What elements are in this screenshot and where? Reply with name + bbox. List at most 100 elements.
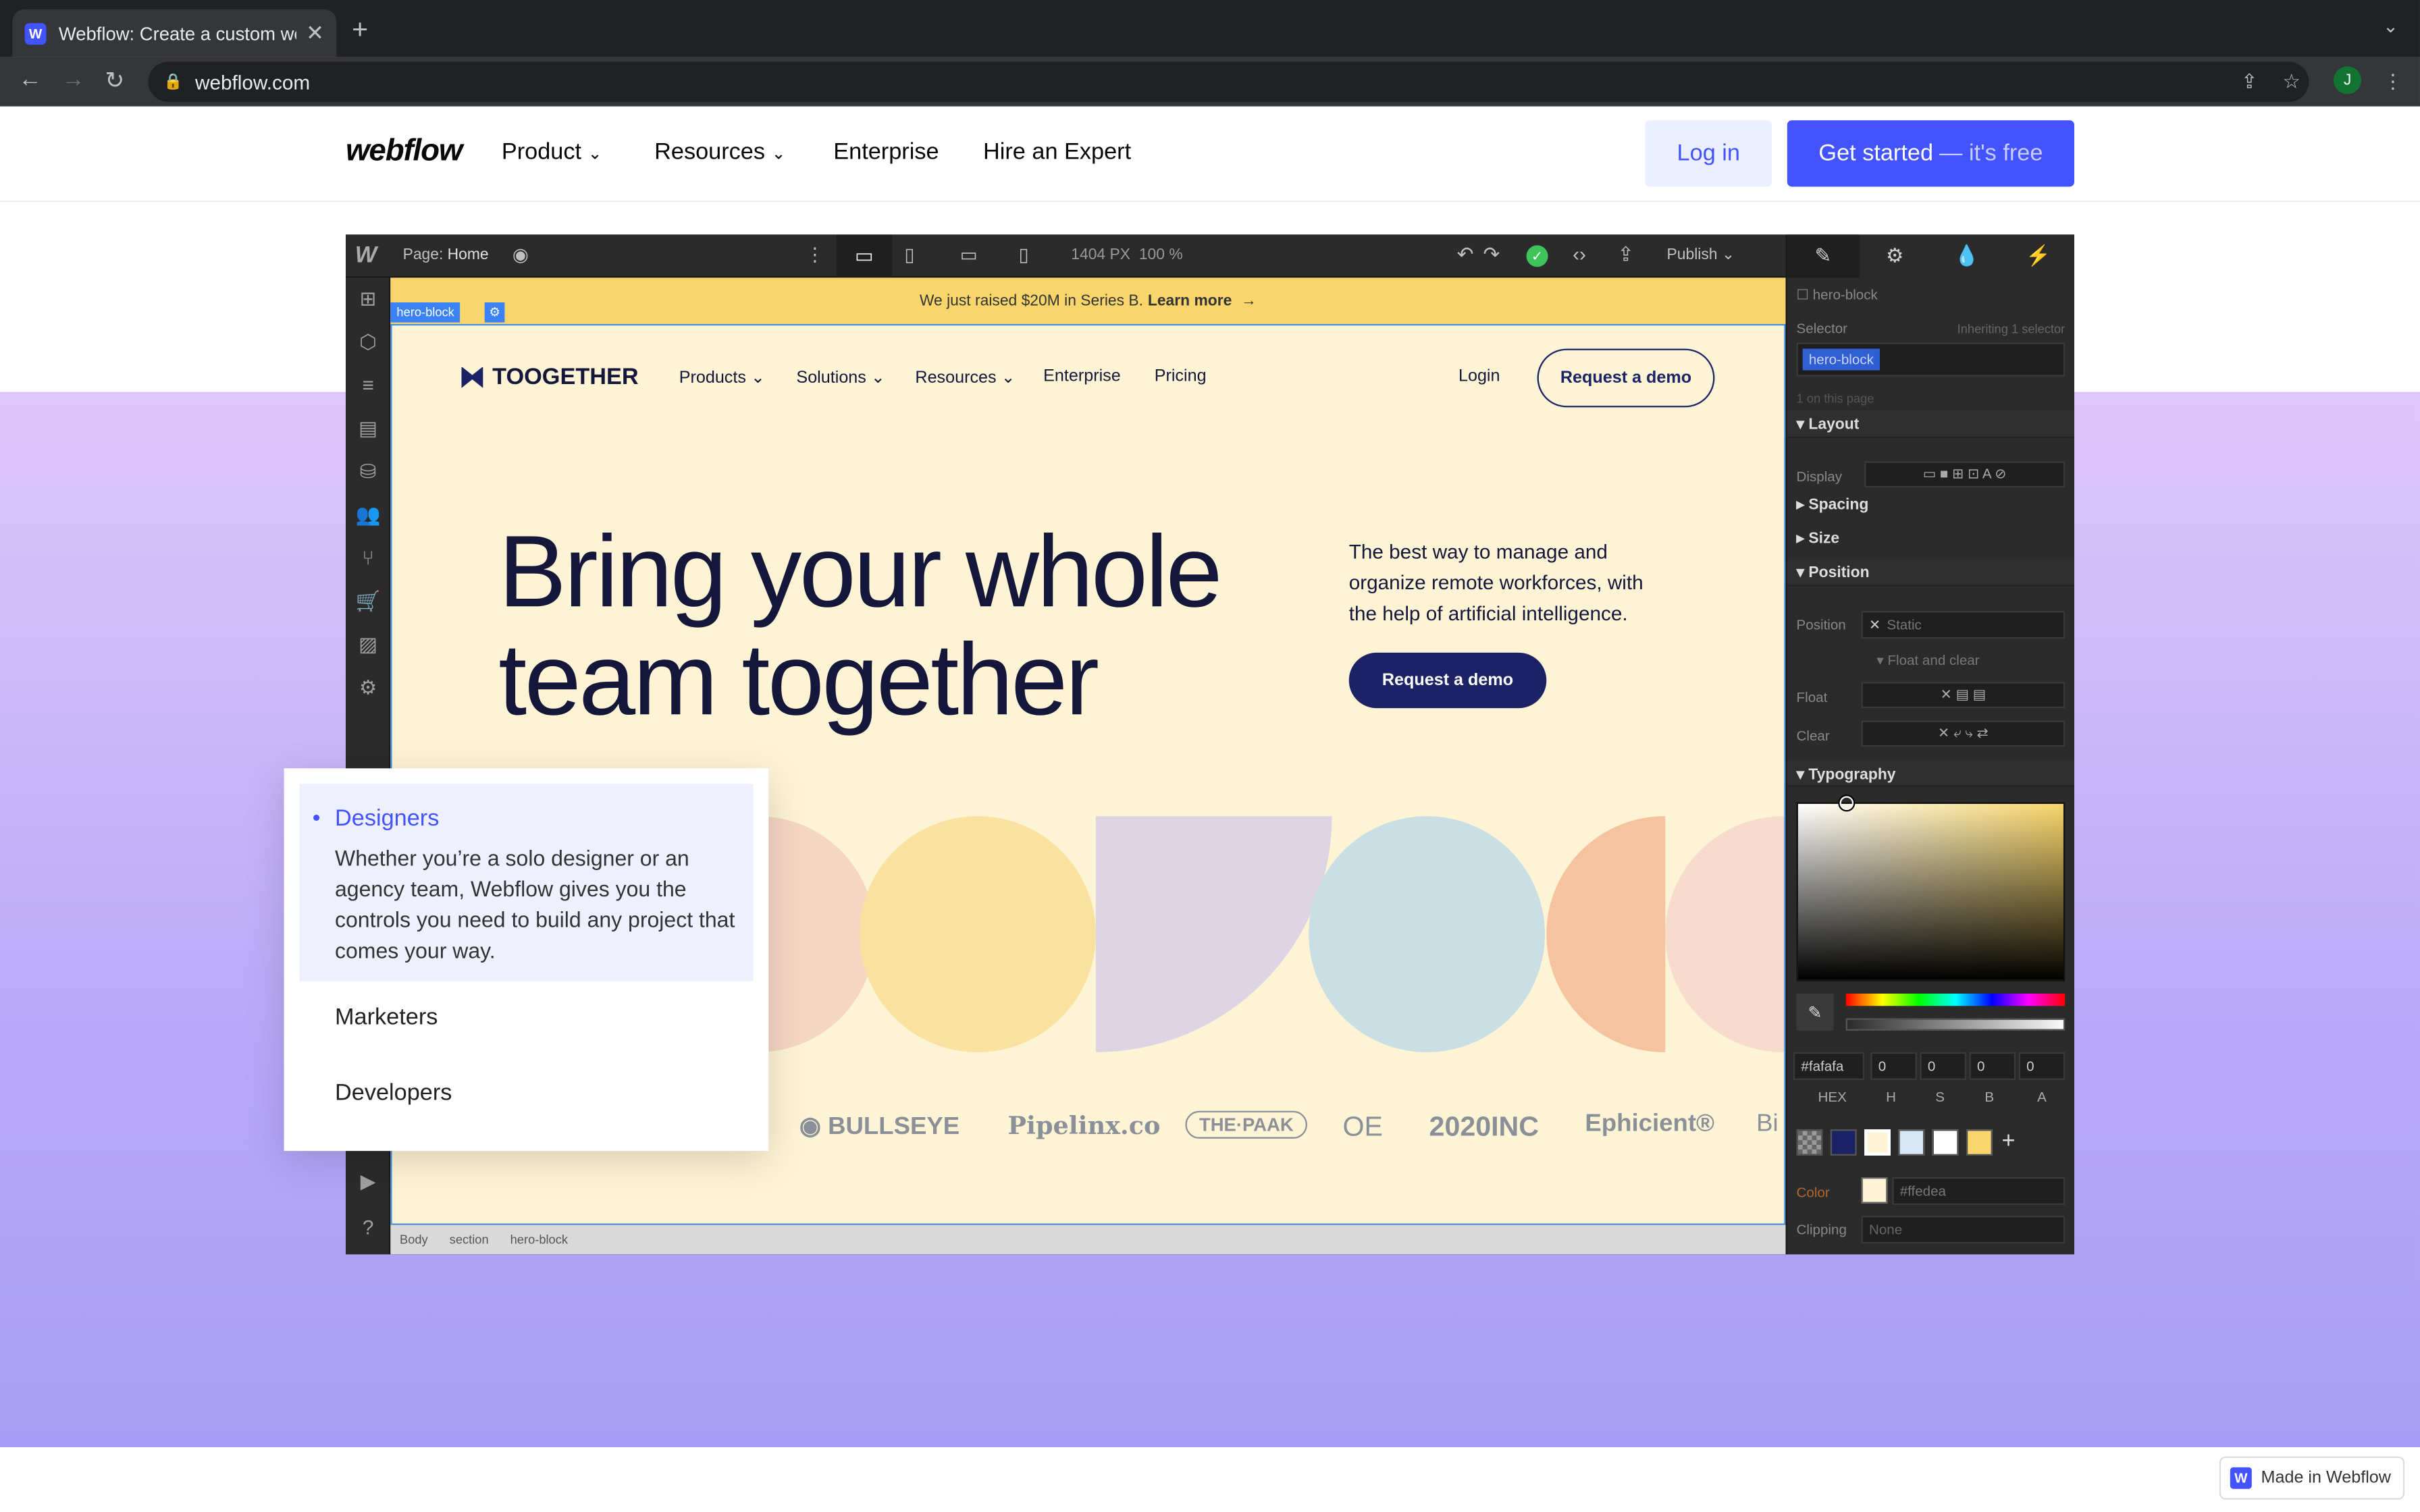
a-input[interactable]: 0: [2018, 1052, 2066, 1080]
logic-flow-icon[interactable]: ⑂: [355, 546, 382, 569]
canvas-request-demo-nav-button[interactable]: Request a demo: [1537, 348, 1715, 408]
forward-arrow-icon[interactable]: →: [61, 66, 84, 92]
tab-marketers[interactable]: Marketers: [335, 1004, 438, 1031]
color-value-input[interactable]: #ffedea: [1892, 1177, 2066, 1206]
nav-enterprise[interactable]: Enterprise: [833, 139, 939, 165]
swatch-transparent[interactable]: [1796, 1129, 1823, 1156]
symbols-cube-icon[interactable]: ⬡: [355, 330, 382, 355]
swatch-light-blue[interactable]: [1898, 1129, 1925, 1156]
made-in-webflow-badge[interactable]: W Made in Webflow: [2219, 1456, 2405, 1500]
webflow-logo[interactable]: webflow: [346, 134, 463, 170]
b-input[interactable]: 0: [1969, 1052, 2016, 1080]
toogether-logo[interactable]: TOOGETHER: [461, 364, 639, 390]
swatch-cream[interactable]: [1864, 1129, 1891, 1156]
alpha-slider[interactable]: [1845, 1018, 2066, 1031]
s-input[interactable]: 0: [1920, 1052, 1966, 1080]
reload-icon[interactable]: ↻: [105, 66, 124, 94]
settings-icon[interactable]: ⚙: [355, 676, 382, 701]
preview-eye-icon[interactable]: ◉: [512, 244, 529, 265]
swatch-white[interactable]: [1932, 1129, 1959, 1156]
browser-menu-icon[interactable]: ⋮: [2383, 70, 2403, 94]
canvas-nav-resources[interactable]: Resources ⌄: [915, 367, 1015, 387]
typography-heading: ▾ Typography: [1796, 766, 1896, 784]
swatch-yellow[interactable]: [1966, 1129, 1993, 1156]
publish-button[interactable]: Publish ⌄: [1667, 247, 1735, 264]
selector-chip[interactable]: hero-block: [1802, 348, 1880, 371]
tab-designers-title[interactable]: Designers: [335, 805, 439, 832]
h-input[interactable]: 0: [1870, 1052, 1917, 1080]
bookmark-star-icon[interactable]: ☆: [2283, 70, 2301, 94]
breadcrumb-body[interactable]: Body: [400, 1233, 428, 1247]
tablet-breakpoint-icon[interactable]: ▯: [904, 244, 914, 265]
close-tab-icon[interactable]: ✕: [306, 20, 324, 47]
tab-search-chevron-icon[interactable]: ⌄: [2383, 16, 2398, 37]
ecommerce-cart-icon[interactable]: 🛒: [355, 589, 382, 614]
cms-database-icon[interactable]: ⛁: [355, 460, 382, 485]
selected-element-tag[interactable]: hero-block: [390, 302, 461, 323]
style-panel-brush-icon[interactable]: ✎: [1787, 234, 1860, 278]
clear-options[interactable]: ✕ ⤶ ⤷ ⇄: [1861, 720, 2066, 747]
clipping-select[interactable]: None: [1861, 1216, 2066, 1244]
browser-tab[interactable]: W Webflow: Create a custom website ✕: [12, 9, 337, 57]
hue-slider[interactable]: [1845, 993, 2066, 1006]
get-started-button[interactable]: Get started — it's free: [1787, 120, 2074, 187]
users-icon[interactable]: 👥: [355, 503, 382, 528]
new-tab-button[interactable]: +: [352, 14, 368, 47]
canvas-request-demo-cta[interactable]: Request a demo: [1348, 652, 1547, 709]
nav-product[interactable]: Product ⌄: [502, 139, 602, 165]
float-clear-toggle[interactable]: ▾ Float and clear: [1876, 653, 1979, 670]
navigator-icon[interactable]: ≡: [355, 373, 382, 396]
back-arrow-icon[interactable]: ←: [18, 66, 41, 92]
interactions-bolt-icon[interactable]: ⚡: [2003, 234, 2074, 277]
redo-icon[interactable]: ↷: [1483, 242, 1500, 267]
spacing-heading[interactable]: ▸ Spacing: [1797, 497, 1869, 514]
color-preview-swatch[interactable]: [1861, 1177, 1888, 1204]
settings-gear-icon[interactable]: ⚙: [1859, 234, 1930, 277]
style-manager-drops-icon[interactable]: 💧: [1930, 234, 2002, 277]
assets-icon[interactable]: ▨: [355, 632, 382, 657]
video-icon[interactable]: ▶: [355, 1170, 382, 1195]
more-vertical-icon[interactable]: ⋮: [806, 244, 824, 265]
hex-input[interactable]: #fafafa: [1793, 1052, 1865, 1080]
logo-pipelinx: Pipelinx.co: [1007, 1110, 1161, 1141]
headline-line-1: Bring your whole: [498, 514, 1222, 628]
mobile-portrait-icon[interactable]: ▯: [1019, 244, 1029, 265]
canvas-nav-products[interactable]: Products ⌄: [679, 367, 765, 387]
eyedropper-icon[interactable]: ✎: [1796, 993, 1834, 1031]
page-selector[interactable]: Page: Home: [403, 247, 489, 264]
mobile-landscape-icon[interactable]: ▭: [960, 244, 978, 265]
position-select[interactable]: ✕ Static: [1861, 611, 2066, 639]
webflow-w-icon[interactable]: W: [355, 242, 377, 269]
breadcrumb-hero-block[interactable]: hero-block: [510, 1233, 568, 1247]
canvas-nav-pricing[interactable]: Pricing: [1155, 367, 1207, 385]
export-icon[interactable]: ⇪: [1617, 242, 1634, 267]
size-heading[interactable]: ▸ Size: [1797, 531, 1840, 547]
code-icon[interactable]: ‹›: [1573, 242, 1586, 265]
url-bar[interactable]: 🔒 webflow.com: [148, 61, 2309, 102]
canvas-zoom: 100 %: [1138, 246, 1183, 264]
canvas-nav-solutions[interactable]: Solutions ⌄: [796, 367, 885, 387]
selector-field[interactable]: hero-block: [1796, 342, 2066, 377]
swatch-navy[interactable]: [1830, 1129, 1857, 1156]
help-icon[interactable]: ?: [355, 1216, 382, 1239]
share-icon[interactable]: ⇪: [2241, 70, 2258, 94]
add-swatch-icon[interactable]: +: [2002, 1128, 2016, 1154]
login-button[interactable]: Log in: [1645, 120, 1772, 187]
nav-hire-expert[interactable]: Hire an Expert: [983, 139, 1131, 165]
profile-avatar[interactable]: J: [2333, 66, 2362, 94]
pages-icon[interactable]: ▤: [355, 416, 382, 441]
picker-handle[interactable]: [1839, 796, 1854, 810]
color-saturation-picker[interactable]: [1796, 802, 2066, 981]
breadcrumb-section[interactable]: section: [450, 1233, 489, 1247]
element-settings-gear-icon[interactable]: ⚙: [484, 302, 505, 323]
nav-resources[interactable]: Resources ⌄: [654, 139, 785, 165]
desktop-breakpoint-icon[interactable]: ▭: [836, 234, 893, 278]
canvas-login-link[interactable]: Login: [1458, 367, 1500, 385]
banner-learn-more-link[interactable]: Learn more: [1148, 292, 1232, 309]
canvas-nav-enterprise[interactable]: Enterprise: [1043, 367, 1121, 385]
undo-icon[interactable]: ↶: [1457, 242, 1474, 267]
float-options[interactable]: ✕ ▤ ▤: [1861, 682, 2066, 709]
add-panel-icon[interactable]: ⊞: [355, 287, 382, 312]
tab-developers[interactable]: Developers: [335, 1080, 452, 1106]
display-options[interactable]: ▭ ■ ⊞ ⊡ A ⊘: [1864, 461, 2066, 488]
